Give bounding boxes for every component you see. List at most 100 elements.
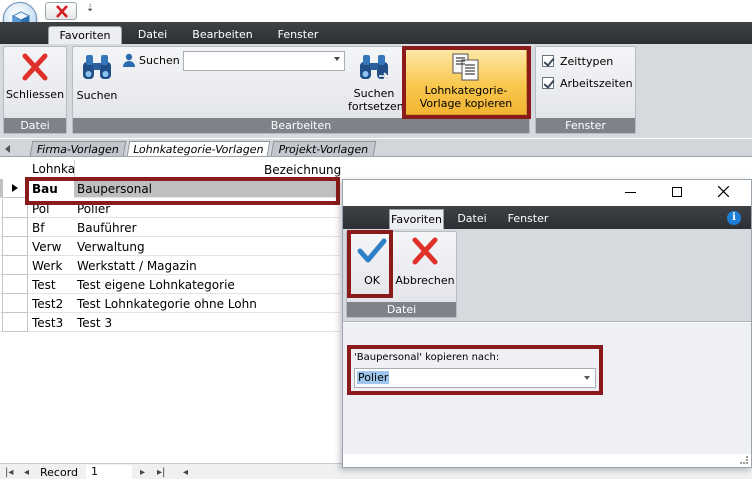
search-combo[interactable] [183,51,345,71]
table-row[interactable]: Werk Werkstatt / Magazin [0,256,340,275]
dialog-content [343,323,751,454]
search-continue-label: Suchen fortsetzen [348,87,404,113]
row-code: Verw [32,240,62,254]
nav-first-icon[interactable]: |◂ [5,467,13,478]
tab-firma-vorlagen[interactable]: Firma-Vorlagen [29,141,127,156]
group-caption-fenster: Fenster [536,118,635,133]
row-selector[interactable] [2,313,28,332]
close-icon [412,237,438,265]
arbeitszeiten-checkbox[interactable] [542,77,554,89]
tab-bearbeiten[interactable]: Bearbeiten [185,26,260,44]
row-name: Polier [77,202,111,216]
search-continue-button[interactable]: Suchen fortsetzen [346,52,404,116]
ok-button-label: OK [364,274,380,287]
nav-scroll-left-icon[interactable]: ◂ [183,467,188,478]
row-code: Bf [32,221,45,235]
row-code: Werk [32,259,63,273]
size-grip-icon[interactable] [740,456,748,464]
group-caption-bearbeiten: Bearbeiten [73,118,529,133]
ok-button[interactable]: OK [351,235,393,291]
table-row[interactable]: Test3 Test 3 [0,313,340,332]
row-name: Baupersonal [77,182,153,196]
nav-next-icon[interactable]: ▸ [140,467,145,478]
table-row-bau[interactable]: Bau Baupersonal [0,179,340,198]
close-icon [56,5,68,18]
column-header-bezeichnung[interactable]: Bezeichnung [264,163,341,177]
row-code: Test3 [32,316,64,330]
cancel-button-label: Abbrechen [395,274,455,287]
tab-favoriten[interactable]: Favoriten [48,26,122,45]
row-selector[interactable] [2,218,28,237]
close-window-icon[interactable] [718,186,729,197]
maximize-button[interactable] [672,187,682,197]
minimize-button[interactable] [625,192,636,193]
target-combo[interactable]: Polier [354,368,596,388]
row-code: Pol [32,202,50,216]
info-icon[interactable]: i [727,211,741,225]
close-button-label: Schliessen [5,88,65,101]
row-selector[interactable] [2,237,28,256]
record-number-input[interactable]: 1 [86,465,132,479]
cancel-button[interactable]: Abbrechen [395,235,455,291]
nav-last-icon[interactable]: ▸| [157,467,165,478]
chevron-down-icon[interactable] [584,376,590,380]
row-name: Test 3 [77,316,113,330]
tab-datei[interactable]: Datei [130,26,175,44]
checkmark-icon [357,238,387,263]
dialog-tab-favoriten[interactable]: Favoriten [389,209,444,229]
dialog-tab-datei[interactable]: Datei [452,209,492,228]
copy-template-button[interactable]: Lohnkategorie-Vorlage kopieren [405,48,527,115]
copy-documents-icon [452,53,479,81]
column-header-lohnka[interactable]: Lohnka [32,162,75,176]
chevron-down-icon[interactable] [334,57,340,61]
row-selector[interactable] [2,256,28,275]
row-name: Test Lohnkategorie ohne Lohn [77,297,257,311]
record-label: Record [40,466,79,479]
binoculars-icon [83,55,111,79]
row-name: Werkstatt / Magazin [77,259,197,273]
row-name: Bauführer [77,221,137,235]
zeittypen-checkbox[interactable] [542,55,554,67]
row-code: Test [32,278,56,292]
arbeitszeiten-label: Arbeitszeiten [560,77,633,90]
tab-projekt-vorlagen[interactable]: Projekt-Vorlagen [270,141,377,156]
table-row[interactable]: Test Test eigene Lohnkategorie [0,275,340,294]
row-code: Test2 [32,297,64,311]
quick-access-dropdown-icon[interactable]: ⇣ [86,3,94,14]
copy-dialog: Favoriten Datei Fenster i Datei OK Abbre… [342,179,752,468]
dialog-group-caption: Datei [347,302,456,317]
grid-header: Lohnka Bezeichnung [0,160,341,179]
target-combo-value: Polier [357,371,390,384]
search-button[interactable]: Suchen [75,52,119,104]
copy-template-label: Lohnkategorie-Vorlage kopieren [419,84,513,110]
quick-access-close-button[interactable] [45,2,77,20]
group-caption-datei: Datei [4,118,66,133]
row-selector[interactable] [2,294,28,313]
table-row[interactable]: Test2 Test Lohnkategorie ohne Lohn [0,294,340,313]
close-button[interactable]: Schliessen [5,52,65,102]
close-icon [22,53,48,81]
row-selector[interactable] [2,199,28,218]
search-field-label: Suchen [139,54,180,67]
tab-scroll-left-icon[interactable] [5,145,10,153]
user-icon [123,53,135,67]
row-selector[interactable] [2,179,28,198]
titlebar [0,0,752,22]
row-name: Verwaltung [77,240,145,254]
copy-prompt-label: 'Baupersonal' kopieren nach: [354,352,500,363]
row-selector[interactable] [2,275,28,294]
search-button-label: Suchen [76,89,118,102]
table-row[interactable]: Verw Verwaltung [0,237,340,256]
zeittypen-label: Zeittypen [560,55,614,68]
row-name: Test eigene Lohnkategorie [77,278,235,292]
tab-fenster[interactable]: Fenster [268,26,328,44]
row-code: Bau [32,182,58,196]
table-row[interactable]: Bf Bauführer [0,218,340,237]
dialog-titlebar [343,180,751,206]
table-row[interactable]: Pol Polier [0,199,340,218]
tab-lohnkategorie-vorlagen[interactable]: Lohnkategorie-Vorlagen [126,141,271,156]
nav-prev-icon[interactable]: ◂ [24,467,29,478]
dialog-tab-fenster[interactable]: Fenster [503,209,553,228]
grid-header-divider [74,160,75,179]
current-row-arrow-icon [12,184,18,192]
